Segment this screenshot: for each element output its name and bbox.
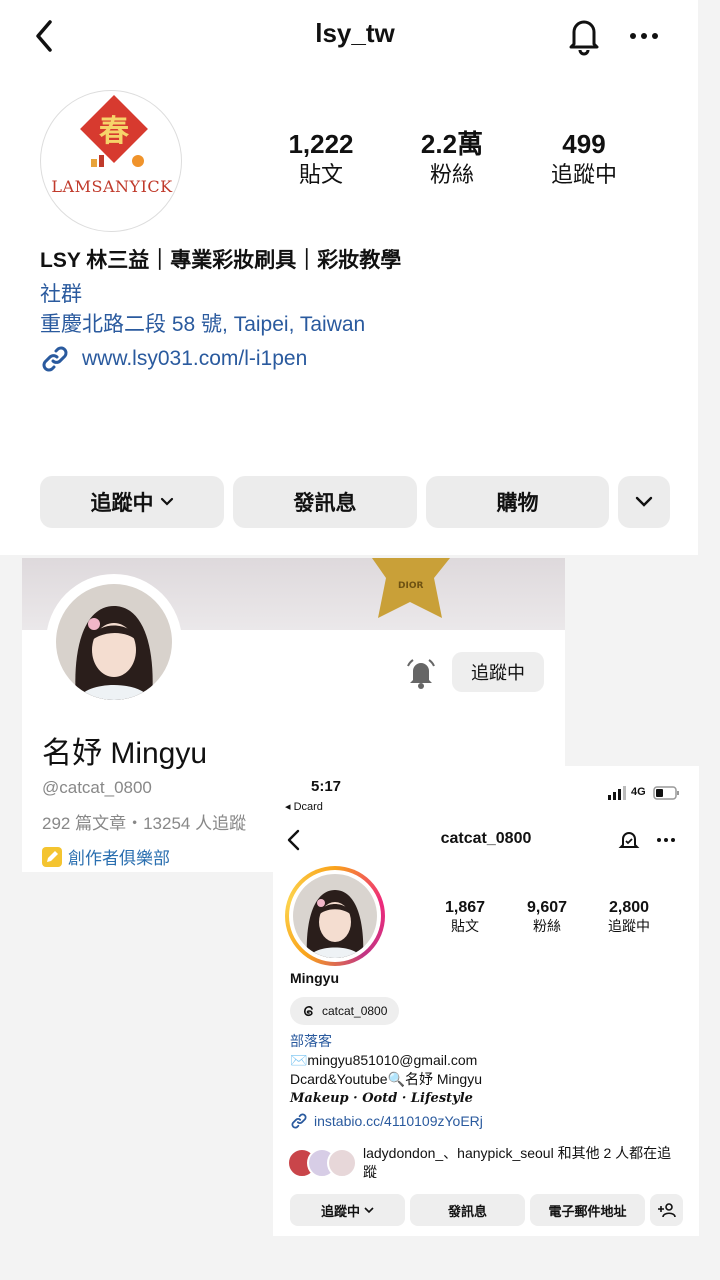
ig-catcat-profile-panel: 5:17 ◂ Dcard 4G catcat_0800 1,867 貼文 9,6… <box>273 766 699 1236</box>
creator-club-label: 創作者俱樂部 <box>68 849 170 868</box>
profile-display-name: 名妤 Mingyu <box>42 737 208 770</box>
followers-count: 9,607 <box>526 899 568 916</box>
suggested-toggle-button[interactable] <box>618 476 670 528</box>
add-person-icon <box>657 1203 676 1218</box>
shop-button-label: 購物 <box>496 492 539 515</box>
bio-email: ✉️mingyu851010@gmail.com <box>290 1052 478 1068</box>
more-icon[interactable] <box>655 830 677 850</box>
profile-handle: @catcat_0800 <box>42 778 152 797</box>
posts-stat[interactable]: 1,222 貼文 <box>256 128 386 190</box>
followers-label: 粉絲 <box>429 162 474 187</box>
following-stat[interactable]: 499 追蹤中 <box>519 128 649 190</box>
posts-stat[interactable]: 1,867 貼文 <box>425 899 505 935</box>
message-button-label: 發訊息 <box>447 1203 487 1219</box>
posts-count: 1,222 <box>288 129 354 159</box>
profile-stats: 292 篇文章・13254 人追蹤 <box>42 814 247 833</box>
chevron-down-icon <box>364 1207 374 1214</box>
bio-channels: Dcard&Youtube🔍名妤 Mingyu <box>290 1071 483 1087</box>
profile-link-text: instabio.cc/4110109zYoERj <box>314 1113 483 1129</box>
creator-club-badge[interactable]: 創作者俱樂部 <box>42 844 170 869</box>
posts-label: 貼文 <box>451 918 479 934</box>
avatar[interactable]: 春 LAMSANYICK <box>40 90 182 232</box>
cover-text: DIOR <box>398 581 423 591</box>
shop-button[interactable]: 購物 <box>426 476 609 528</box>
following-label: 追蹤中 <box>550 162 617 187</box>
following-button-label: 追蹤中 <box>90 492 154 515</box>
followers-count: 2.2萬 <box>420 129 484 159</box>
logo-text: LAMSANYICK <box>51 177 173 196</box>
following-stat[interactable]: 2,800 追蹤中 <box>589 899 669 935</box>
profile-display-name: Mingyu <box>290 970 339 986</box>
mutual-avatar <box>327 1148 357 1178</box>
lamsanyick-logo: 春 LAMSANYICK <box>51 95 173 196</box>
mutual-avatars[interactable] <box>287 1148 357 1178</box>
posts-count: 1,867 <box>444 899 486 916</box>
profile-display-name: LSY 林三益｜專業彩妝刷具｜彩妝教學 <box>40 249 402 272</box>
threads-bell-icon[interactable] <box>617 828 641 852</box>
followers-label: 粉絲 <box>533 918 561 934</box>
message-button[interactable]: 發訊息 <box>233 476 417 528</box>
posts-label: 貼文 <box>298 162 343 187</box>
following-count: 499 <box>562 129 606 159</box>
following-count: 2,800 <box>608 899 650 916</box>
bell-icon[interactable] <box>564 14 604 56</box>
avatar-photo <box>293 874 377 958</box>
link-icon <box>42 346 68 372</box>
more-icon[interactable] <box>626 22 662 50</box>
following-label: 追蹤中 <box>608 918 650 934</box>
threads-handle: catcat_0800 <box>322 1004 388 1018</box>
message-button-label: 發訊息 <box>293 492 357 515</box>
status-time: 5:17 <box>311 778 342 795</box>
follow-button[interactable]: 追蹤中 <box>452 652 544 692</box>
bio-tagline: Makeup · Ootd · Lifestyle <box>290 1091 473 1106</box>
network-type: 4G <box>631 786 646 798</box>
profile-link[interactable]: www.lsy031.com/l-i1pen <box>40 344 307 374</box>
signal-icon <box>608 786 626 800</box>
followers-stat[interactable]: 9,607 粉絲 <box>507 899 587 935</box>
profile-link[interactable]: instabio.cc/4110109zYoERj <box>290 1112 483 1130</box>
email-button[interactable]: 電子郵件地址 <box>530 1194 645 1226</box>
battery-icon <box>653 786 679 800</box>
message-button[interactable]: 發訊息 <box>410 1194 525 1226</box>
avatar[interactable] <box>56 584 172 700</box>
avatar[interactable] <box>293 874 377 958</box>
add-person-button[interactable] <box>650 1194 683 1226</box>
profile-link-text: www.lsy031.com/l-i1pen <box>82 347 308 370</box>
following-button[interactable]: 追蹤中 <box>40 476 224 528</box>
profile-category[interactable]: 社群 <box>40 278 82 308</box>
following-button-label: 追蹤中 <box>320 1203 360 1219</box>
threads-icon <box>304 1006 313 1017</box>
profile-address[interactable]: 重慶北路二段 58 號, Taipei, Taiwan <box>40 308 365 338</box>
followers-stat[interactable]: 2.2萬 粉絲 <box>387 128 517 190</box>
profile-category: 部落客 <box>290 1033 332 1049</box>
lsy-profile-panel: lsy_tw 春 LAMSANYICK 1,222 貼文 2.2萬 粉絲 499… <box>0 0 698 555</box>
threads-badge[interactable]: catcat_0800 <box>290 997 400 1025</box>
email-button-label: 電子郵件地址 <box>548 1203 627 1219</box>
bell-icon[interactable] <box>404 656 438 690</box>
mutual-followers-text[interactable]: ladydondon_、hanypick_seoul 和其他 2 人都在追蹤 <box>363 1144 683 1182</box>
chevron-down-icon <box>160 497 173 506</box>
following-button[interactable]: 追蹤中 <box>290 1194 405 1226</box>
back-to-app[interactable]: ◂ Dcard <box>285 800 323 813</box>
logo-char: 春 <box>99 114 129 149</box>
pencil-badge-icon <box>42 846 62 867</box>
link-icon <box>291 1113 307 1129</box>
avatar-photo <box>56 584 172 700</box>
profile-bio: 部落客 ✉️mingyu851010@gmail.com Dcard&Youtu… <box>290 1032 482 1108</box>
chevron-down-icon <box>635 496 653 507</box>
